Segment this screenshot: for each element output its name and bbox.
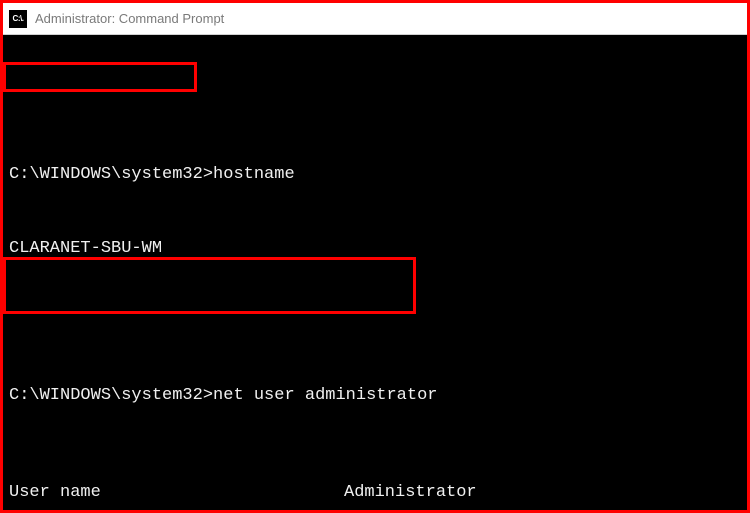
row-username: User nameAdministrator (3, 481, 747, 505)
prompt-2: C:\WINDOWS\system32>net user administrat… (3, 384, 747, 408)
prompt-1-path: C:\WINDOWS\system32> (9, 165, 213, 184)
console-area[interactable]: C:\WINDOWS\system32>hostname CLARANET-SB… (3, 35, 747, 510)
cmd-icon-text: C:\. (13, 14, 24, 23)
blank-top (3, 90, 747, 114)
window-title: Administrator: Command Prompt (35, 11, 224, 26)
label-username: User name (9, 481, 344, 505)
window-outer-border: C:\. Administrator: Command Prompt C:\WI… (0, 0, 750, 513)
blank-1 (3, 310, 747, 334)
prompt-1-command: hostname (213, 165, 295, 184)
hostname-output: CLARANET-SBU-WM (3, 237, 747, 261)
highlight-account-active (3, 257, 416, 314)
cmd-icon: C:\. (9, 10, 27, 28)
titlebar[interactable]: C:\. Administrator: Command Prompt (3, 3, 747, 35)
prompt-2-path: C:\WINDOWS\system32> (9, 386, 213, 405)
prompt-2-command: net user administrator (213, 386, 437, 405)
highlight-hostname (3, 62, 197, 92)
prompt-1: C:\WINDOWS\system32>hostname (3, 163, 747, 187)
value-username: Administrator (344, 481, 477, 505)
